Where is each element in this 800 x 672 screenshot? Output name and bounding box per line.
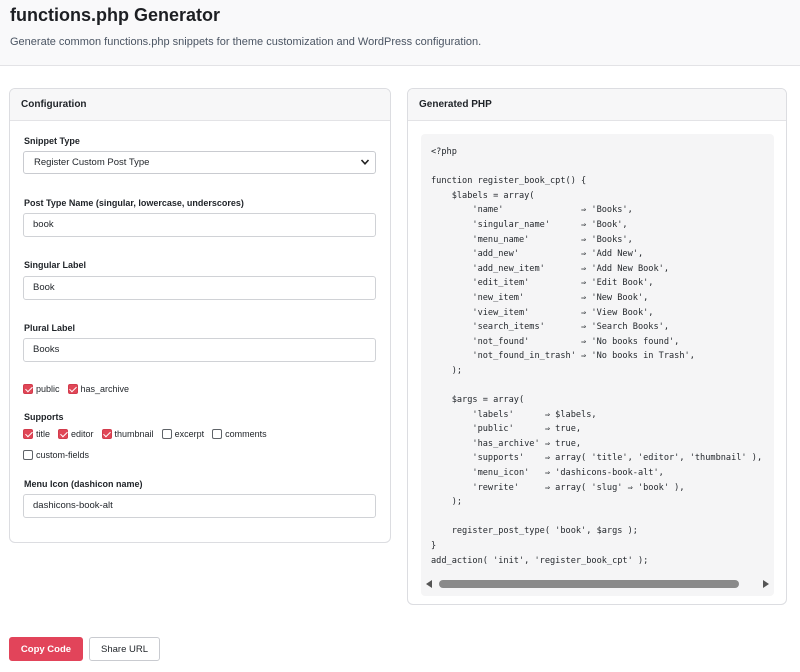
scroll-left-icon[interactable] xyxy=(426,580,432,588)
has-archive-checkbox-label: has_archive xyxy=(80,384,130,394)
post-type-name-input[interactable]: book xyxy=(23,213,376,237)
menu-icon-label: Menu Icon (dashicon name) xyxy=(24,479,143,489)
scroll-right-icon[interactable] xyxy=(763,580,769,588)
supports-editor-label: editor xyxy=(71,429,94,439)
code-block[interactable]: <?php function register_book_cpt() { $la… xyxy=(421,134,774,596)
plural-label-label: Plural Label xyxy=(24,323,76,333)
singular-label-input[interactable]: Book xyxy=(23,276,376,300)
public-option[interactable]: public xyxy=(23,384,60,394)
configuration-panel-title: Configuration xyxy=(10,89,390,121)
supports-editor-checkbox[interactable] xyxy=(58,429,69,439)
snippet-type-value: Register Custom Post Type xyxy=(34,157,150,168)
php-code: <?php function register_book_cpt() { $la… xyxy=(431,147,763,566)
supports-title-option[interactable]: title xyxy=(23,429,50,439)
supports-title-checkbox[interactable] xyxy=(23,429,33,439)
supports-editor-option[interactable]: editor xyxy=(58,429,94,439)
supports-custom-fields-checkbox[interactable] xyxy=(23,450,33,460)
has-archive-checkbox[interactable] xyxy=(67,384,78,394)
page-subtitle: Generate common functions.php snippets f… xyxy=(10,36,482,48)
supports-comments-option[interactable]: comments xyxy=(212,429,267,439)
horizontal-scrollbar[interactable] xyxy=(421,577,774,591)
flags-row: public has_archive xyxy=(23,384,137,394)
supports-custom-fields-label: custom-fields xyxy=(36,450,90,460)
public-checkbox[interactable] xyxy=(23,384,33,394)
supports-label: Supports xyxy=(24,412,64,422)
chevron-down-icon xyxy=(360,159,370,165)
supports-excerpt-checkbox[interactable] xyxy=(161,429,172,439)
snippet-type-label: Snippet Type xyxy=(24,136,80,146)
supports-comments-checkbox[interactable] xyxy=(212,429,223,439)
configuration-panel: Configuration Snippet Type Register Cust… xyxy=(9,88,391,543)
supports-custom-fields-option[interactable]: custom-fields xyxy=(23,450,89,460)
generated-php-panel: Generated PHP <?php function register_bo… xyxy=(407,88,787,605)
supports-comments-label: comments xyxy=(225,429,267,439)
supports-excerpt-label: excerpt xyxy=(174,429,205,439)
public-checkbox-label: public xyxy=(36,384,60,394)
copy-code-button[interactable]: Copy Code xyxy=(9,637,83,661)
supports-row: title editor thumbnail excerpt comments xyxy=(23,429,275,439)
page-header: functions.php Generator Generate common … xyxy=(0,0,800,66)
supports-excerpt-option[interactable]: excerpt xyxy=(161,429,205,439)
share-url-button[interactable]: Share URL xyxy=(89,637,160,661)
supports-thumbnail-checkbox[interactable] xyxy=(101,429,112,439)
supports-thumbnail-option[interactable]: thumbnail xyxy=(101,429,154,439)
supports-row-2: custom-fields xyxy=(23,450,97,460)
plural-label-input[interactable]: Books xyxy=(23,338,376,362)
page-title: functions.php Generator xyxy=(10,5,221,25)
post-type-name-label: Post Type Name (singular, lowercase, und… xyxy=(24,198,244,208)
snippet-type-select[interactable]: Register Custom Post Type xyxy=(23,151,376,174)
supports-thumbnail-label: thumbnail xyxy=(114,429,154,439)
supports-title-label: title xyxy=(36,429,51,439)
menu-icon-input[interactable]: dashicons-book-alt xyxy=(23,494,376,518)
singular-label-label: Singular Label xyxy=(24,260,87,270)
generated-php-panel-title: Generated PHP xyxy=(408,89,786,121)
scroll-thumb[interactable] xyxy=(439,580,739,588)
has-archive-option[interactable]: has_archive xyxy=(67,384,130,394)
